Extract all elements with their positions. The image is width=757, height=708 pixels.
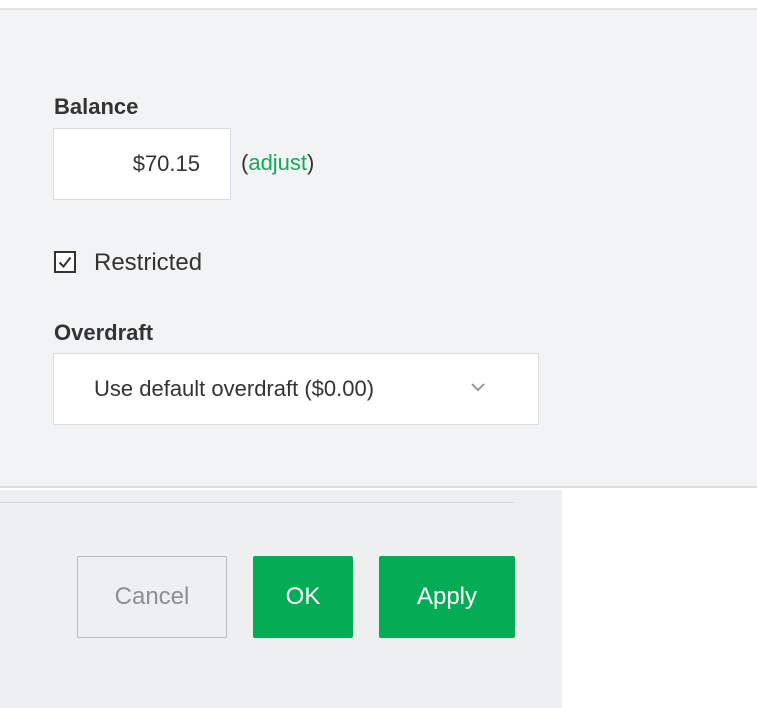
restricted-label[interactable]: Restricted [94, 249, 202, 277]
balance-field[interactable]: $70.15 [53, 128, 231, 200]
ok-button[interactable]: OK [253, 556, 353, 638]
balance-label: Balance [54, 94, 139, 119]
footer-divider [0, 502, 514, 503]
apply-button[interactable]: Apply [379, 556, 515, 638]
cancel-button[interactable]: Cancel [77, 556, 227, 638]
chevron-down-icon [471, 383, 485, 392]
overdraft-select[interactable]: Use default overdraft ($0.00) [53, 353, 539, 425]
adjust-close-paren: ) [307, 150, 315, 175]
account-settings-panel: Balance $70.15 (adjust) Restricted Overd… [0, 8, 757, 488]
adjust-link[interactable]: adjust [248, 150, 307, 175]
restricted-checkbox[interactable] [54, 251, 76, 273]
overdraft-selected-value: Use default overdraft ($0.00) [94, 376, 375, 401]
checkmark-icon [58, 256, 72, 269]
adjust-wrapper: (adjust) [241, 150, 314, 176]
dialog-footer: Cancel OK Apply [0, 490, 562, 708]
overdraft-label: Overdraft [54, 320, 154, 345]
